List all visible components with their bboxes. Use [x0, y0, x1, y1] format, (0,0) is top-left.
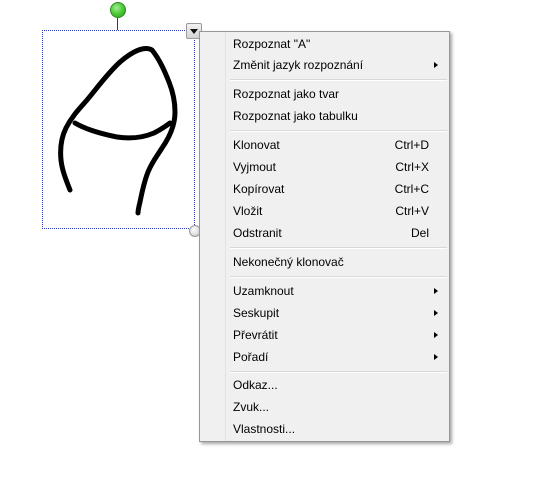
- menu-item-label: Vlastnosti...: [233, 422, 296, 436]
- menu-item-label: Odkaz...: [233, 378, 278, 392]
- menu-item-shortcut: Ctrl+C: [394, 182, 429, 196]
- menu-item-label: Vložit: [233, 204, 263, 218]
- menu-separator: [230, 130, 447, 132]
- menu-item-properties[interactable]: Vlastnosti...: [202, 419, 447, 440]
- menu-item-infinite-cloner[interactable]: Nekonečný klonovač: [202, 252, 447, 273]
- menu-separator: [230, 276, 447, 278]
- menu-item-label: Změnit jazyk rozpoznání: [233, 58, 364, 72]
- submenu-arrow-icon: [434, 62, 438, 68]
- menu-item-label: Odstranit: [233, 226, 282, 240]
- menu-item-label: Kopírovat: [233, 182, 285, 196]
- menu-item-delete[interactable]: Odstranit Del: [202, 223, 447, 244]
- submenu-arrow-icon: [434, 310, 438, 316]
- menu-item-label: Pořadí: [233, 350, 269, 364]
- menu-item-label: Převrátit: [233, 328, 278, 342]
- menu-item-label: Rozpoznat jako tvar: [233, 87, 340, 101]
- menu-item-shortcut: Ctrl+D: [394, 138, 429, 152]
- rotate-handle-stem: [117, 18, 118, 30]
- submenu-arrow-icon: [434, 288, 438, 294]
- context-menu: Rozpoznat "A" Změnit jazyk rozpoznání Ro…: [199, 31, 450, 442]
- menu-item-copy[interactable]: Kopírovat Ctrl+C: [202, 179, 447, 200]
- menu-item-clone[interactable]: Klonovat Ctrl+D: [202, 135, 447, 156]
- menu-item-shortcut: Ctrl+V: [395, 204, 429, 218]
- menu-separator: [230, 371, 447, 373]
- menu-item-shortcut: Ctrl+X: [395, 160, 429, 174]
- menu-item-flip[interactable]: Převrátit: [202, 325, 447, 346]
- menu-item-recognize[interactable]: Rozpoznat "A": [202, 34, 447, 55]
- handwritten-ink-drawing[interactable]: [42, 30, 195, 229]
- ink-stroke-crossbar: [72, 120, 173, 141]
- whiteboard-canvas[interactable]: Rozpoznat "A" Změnit jazyk rozpoznání Ro…: [0, 0, 547, 488]
- menu-item-label: Klonovat: [233, 138, 280, 152]
- triangle-down-icon: [190, 29, 198, 34]
- menu-item-recognize-as-table[interactable]: Rozpoznat jako tabulku: [202, 106, 447, 127]
- menu-separator: [230, 79, 447, 81]
- menu-item-group[interactable]: Seskupit: [202, 303, 447, 324]
- menu-item-label: Rozpoznat "A": [233, 37, 311, 51]
- rotate-handle-icon[interactable]: [110, 2, 126, 18]
- submenu-arrow-icon: [434, 332, 438, 338]
- menu-item-sound[interactable]: Zvuk...: [202, 397, 447, 418]
- menu-item-lock[interactable]: Uzamknout: [202, 281, 447, 302]
- menu-item-order[interactable]: Pořadí: [202, 347, 447, 368]
- menu-item-shortcut: Del: [410, 226, 429, 240]
- menu-item-label: Zvuk...: [233, 400, 270, 414]
- menu-item-recognize-as-shape[interactable]: Rozpoznat jako tvar: [202, 84, 447, 105]
- menu-separator: [230, 247, 447, 249]
- menu-item-cut[interactable]: Vyjmout Ctrl+X: [202, 157, 447, 178]
- menu-item-label: Rozpoznat jako tabulku: [233, 109, 358, 123]
- menu-item-label: Vyjmout: [233, 160, 276, 174]
- menu-item-change-recognition-language[interactable]: Změnit jazyk rozpoznání: [202, 55, 447, 76]
- menu-item-label: Seskupit: [233, 306, 280, 320]
- submenu-arrow-icon: [434, 354, 438, 360]
- menu-item-label: Uzamknout: [233, 284, 294, 298]
- menu-item-label: Nekonečný klonovač: [233, 255, 344, 269]
- menu-item-link[interactable]: Odkaz...: [202, 375, 447, 396]
- menu-item-paste[interactable]: Vložit Ctrl+V: [202, 201, 447, 222]
